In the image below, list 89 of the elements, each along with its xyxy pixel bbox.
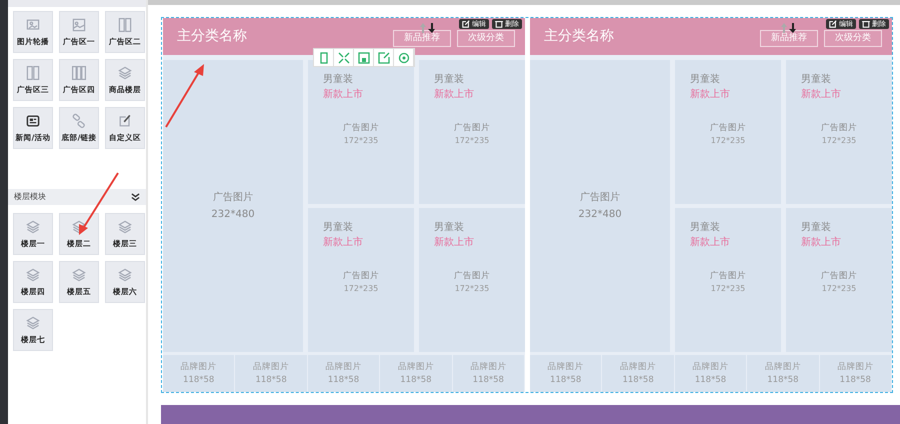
category-tab[interactable]: 次级分类 [457,30,515,48]
annotation-arrow [79,172,119,235]
card-subtitle: 新款上市 [434,88,475,102]
edit-icon [117,112,133,129]
ad-image-slot[interactable]: 广告图片 232*480 [530,60,670,352]
image-label: 广告图片 [709,122,747,136]
settings-icon[interactable] [398,52,410,64]
card-title: 男童装 [690,220,721,236]
image-icon [71,16,87,33]
ad-card-slot[interactable]: 男童装 新款上市 广告图片 172*235 [786,208,892,352]
layers-icon [25,314,41,331]
category-tab[interactable]: 新品推荐 [393,30,451,48]
image-size: 172*235 [710,283,746,296]
image-label: 广告图片 [342,270,380,284]
ad-card-slot[interactable]: 男童装 新款上市 广告图片 172*235 [786,60,892,204]
category-tab[interactable]: 次级分类 [824,30,882,48]
move-arrows-icon[interactable] [419,22,437,34]
export-icon[interactable] [378,52,390,64]
card-subtitle: 新款上市 [801,236,842,250]
link-icon [71,112,87,129]
brand-image-slot[interactable]: 品牌图片 118*58 [820,355,892,392]
move-arrows-icon[interactable] [780,22,798,34]
layers-icon [25,266,41,283]
image-size: 172*235 [820,135,858,148]
edit-icon [462,20,470,28]
card-title: 男童装 [801,220,832,236]
collapse-chevron-icon[interactable] [131,192,140,202]
layers-icon [25,218,41,235]
annotation-arrow [165,64,204,128]
card-subtitle: 新款上市 [801,88,842,102]
brand-image-slot[interactable]: 品牌图片 118*58 [308,355,380,392]
card-subtitle: 新款上市 [323,236,364,250]
card-title: 男童装 [434,72,465,88]
trash-icon [862,20,870,28]
image-label: 广告图片 [453,270,491,284]
card-title: 男童装 [323,72,354,88]
card-subtitle: 新款上市 [690,88,731,102]
brand-image-slot[interactable]: 品牌图片 118*58 [530,355,602,392]
section-title: 楼层模块 [14,191,46,203]
floor-title: 主分类名称 [544,27,614,46]
image-label: 广告图片 [342,122,380,136]
ad-card-slot[interactable]: 男童装 新款上市 广告图片 172*235 [308,60,414,204]
brand-image-slot[interactable]: 品牌图片 118*58 [602,355,675,392]
floor-title: 主分类名称 [177,27,247,46]
brand-image-slot[interactable]: 品牌图片 118*58 [235,355,308,392]
card-subtitle: 新款上市 [323,88,364,102]
ad-card-slot[interactable]: 男童装 新款上市 广告图片 172*235 [675,60,781,204]
trash-icon [495,20,503,28]
two-column-icon [117,16,133,33]
image-size: 172*235 [342,135,380,148]
layers-icon [71,266,87,283]
brand-image-slot[interactable]: 品牌图片 118*58 [380,355,453,392]
news-icon [25,112,41,129]
edit-icon [829,20,837,28]
card-subtitle: 新款上市 [434,236,475,250]
three-column-icon [71,64,87,81]
image-size: 172*235 [454,283,490,296]
card-title: 男童装 [690,72,721,88]
brand-image-slot[interactable]: 品牌图片 118*58 [452,355,526,392]
image-size: 172*235 [454,135,490,148]
save-icon[interactable] [358,52,370,64]
image-label: 广告图片 [453,122,491,136]
layers-icon [117,218,133,235]
layers-icon [71,218,87,235]
card-title: 男童装 [323,220,354,236]
layers-icon [117,64,133,81]
ad-card-slot[interactable]: 男童装 新款上市 广告图片 172*235 [419,60,525,204]
card-title: 男童装 [434,220,465,236]
two-column-icon [25,64,41,81]
image-size: 172*235 [820,283,858,296]
expand-icon[interactable] [338,52,350,64]
image-size: 172*235 [710,135,746,148]
image-label: 广告图片 [709,270,747,284]
ad-card-slot[interactable]: 男童装 新款上市 广告图片 172*235 [419,208,525,352]
image-label: 广告图片 [820,270,858,284]
image-size: 172*235 [342,283,380,296]
ad-card-slot[interactable]: 男童装 新款上市 广告图片 172*235 [675,208,781,352]
image-label: 广告图片 [820,122,858,136]
section-header[interactable]: 楼层模块 [8,189,146,205]
brand-image-slot[interactable]: 品牌图片 118*58 [674,355,748,392]
brand-image-slot[interactable]: 品牌图片 118*58 [163,355,236,392]
brand-image-slot[interactable]: 品牌图片 118*58 [747,355,820,392]
card-title: 男童装 [801,72,832,88]
category-tab[interactable]: 新品推荐 [760,30,818,48]
layers-icon [117,266,133,283]
mobile-icon[interactable] [318,52,330,64]
ad-card-slot[interactable]: 男童装 新款上市 广告图片 172*235 [308,208,414,352]
card-subtitle: 新款上市 [690,236,731,250]
ad-image-slot[interactable]: 广告图片 232*480 [163,60,303,352]
